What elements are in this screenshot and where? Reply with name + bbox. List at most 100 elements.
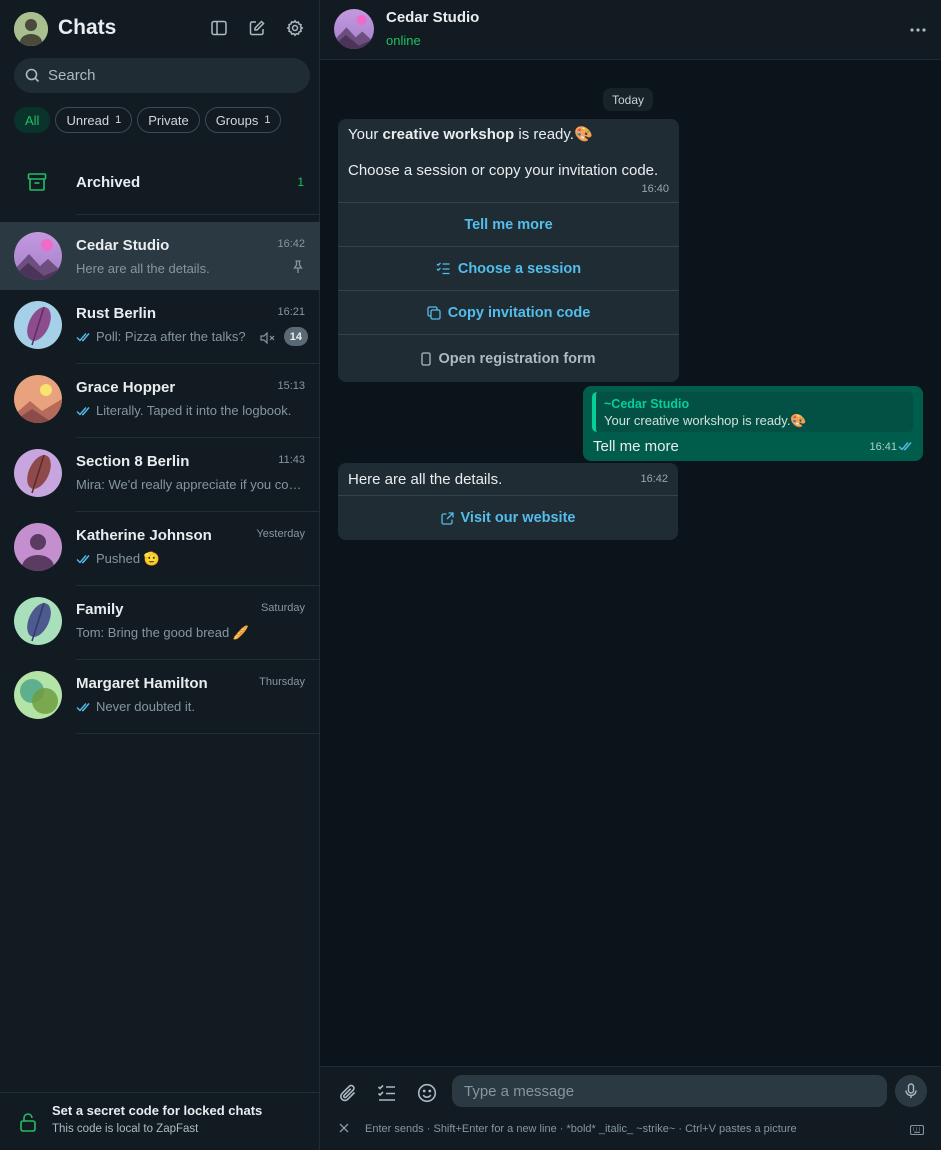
chat-time: 15:13 (277, 380, 305, 392)
copy-invitation-code-button[interactable]: Copy invitation code (338, 290, 679, 334)
message-time: 16:41 (869, 441, 897, 453)
microphone-icon[interactable] (895, 1075, 927, 1107)
profile-avatar[interactable] (14, 12, 48, 46)
tell-me-more-button[interactable]: Tell me more (338, 202, 679, 246)
date-divider: Today (603, 88, 654, 111)
message-time: 16:40 (641, 183, 669, 195)
more-options-icon[interactable] (907, 19, 929, 41)
chat-preview: Here are all the details. (76, 261, 210, 276)
chat-name: Rust Berlin (76, 305, 157, 322)
message-time: 16:42 (640, 473, 668, 485)
filter-private[interactable]: Private (137, 107, 200, 133)
locked-chats-banner[interactable]: Set a secret code for locked chats This … (0, 1092, 320, 1150)
read-ticks-icon (76, 332, 90, 342)
chat-list: Cedar Studio 16:42 Here are all the deta… (0, 222, 320, 734)
message-input[interactable] (452, 1075, 887, 1107)
chat-item-family[interactable]: Family Saturday Tom: Bring the good brea… (0, 586, 320, 660)
filter-count: 1 (115, 114, 122, 126)
chat-item-section-8-berlin[interactable]: Section 8 Berlin 11:43 Mira: We'd really… (0, 438, 320, 512)
archived-row[interactable]: Archived 1 (0, 152, 320, 215)
message-text: Tell me more (593, 438, 679, 455)
new-chat-icon[interactable] (246, 17, 268, 39)
chat-preview: Pushed 🫡 (76, 551, 302, 567)
filter-count: 1 (264, 114, 271, 126)
chat-item-katherine-johnson[interactable]: Katherine Johnson Yesterday Pushed 🫡 (0, 512, 320, 586)
filter-chips: All Unread 1 Private Groups 1 (14, 107, 282, 133)
muted-icon (260, 331, 276, 349)
avatar (14, 671, 62, 719)
contact-avatar[interactable] (334, 9, 374, 49)
emoji-icon[interactable] (413, 1079, 441, 1107)
search-box (14, 58, 310, 93)
chat-item-margaret-hamilton[interactable]: Margaret Hamilton Thursday Never doubted… (0, 660, 320, 734)
chat-time: Saturday (260, 602, 305, 614)
chat-preview: Mira: We'd really appreciate if you coul… (76, 477, 302, 492)
filter-groups[interactable]: Groups 1 (204, 107, 282, 133)
chat-time: Thursday (259, 676, 305, 688)
search-icon (25, 68, 40, 83)
attach-icon[interactable] (334, 1079, 362, 1107)
avatar (14, 449, 62, 497)
unlock-icon (19, 1112, 37, 1137)
toggle-sidebar-icon[interactable] (208, 17, 230, 39)
incoming-message: Here are all the details. 16:42 Visit ou… (338, 463, 678, 540)
unread-badge: 14 (283, 327, 308, 346)
composer-hint: Enter sends · Shift+Enter for a new line… (365, 1123, 797, 1135)
pin-icon (292, 260, 304, 279)
poll-icon[interactable] (373, 1079, 401, 1107)
locked-chats-title: Set a secret code for locked chats (52, 1103, 263, 1118)
search-input[interactable] (48, 58, 298, 93)
copy-icon (427, 305, 441, 320)
chat-preview: Tom: Bring the good bread 🥖 (76, 625, 250, 640)
filter-unread[interactable]: Unread 1 (55, 107, 133, 133)
sidebar-header: Chats (0, 0, 320, 58)
read-ticks-icon (76, 406, 90, 416)
quoted-message[interactable]: ~Cedar Studio Your creative workshop is … (592, 392, 913, 432)
visit-website-button[interactable]: Visit our website (338, 495, 678, 540)
avatar (14, 301, 62, 349)
sidebar-title: Chats (58, 16, 117, 39)
message-text-line2: Choose a session or copy your invitation… (348, 162, 659, 179)
message-text: Your creative workshop is ready.🎨 (348, 126, 593, 143)
avatar (14, 232, 62, 280)
chat-name: Cedar Studio (76, 237, 170, 254)
chat-time: 16:21 (277, 306, 305, 318)
contact-name: Cedar Studio (386, 9, 480, 26)
list-check-icon (436, 262, 450, 275)
phone-icon (421, 351, 432, 366)
avatar (14, 375, 62, 423)
chat-time: 11:43 (278, 454, 305, 466)
message-text: Here are all the details. (348, 471, 503, 488)
outgoing-message: ~Cedar Studio Your creative workshop is … (583, 386, 923, 461)
archive-icon (26, 171, 48, 198)
chat-item-rust-berlin[interactable]: Rust Berlin 16:21 Poll: Pizza after the … (0, 290, 320, 364)
chat-preview: Poll: Pizza after the talks? (76, 329, 256, 344)
chat-item-grace-hopper[interactable]: Grace Hopper 15:13 Literally. Taped it i… (0, 364, 320, 438)
composer: Enter sends · Shift+Enter for a new line… (320, 1066, 941, 1150)
chat-name: Grace Hopper (76, 379, 176, 396)
external-link-icon (440, 511, 454, 525)
incoming-message: Your creative workshop is ready.🎨 Choose… (338, 119, 679, 382)
chat-time: 16:42 (277, 238, 305, 250)
chat-preview: Never doubted it. (76, 699, 302, 714)
sidebar: Chats All Unread1 Private Groups1 Archiv… (0, 0, 320, 1150)
chat-item-cedar-studio[interactable]: Cedar Studio 16:42 Here are all the deta… (0, 222, 320, 290)
keyboard-icon[interactable] (909, 1122, 925, 1140)
locked-chats-subtitle: This code is local to ZapFast (52, 1123, 199, 1135)
choose-session-button[interactable]: Choose a session (338, 246, 679, 290)
conversation-pane: Cedar Studio online Today Your creative … (320, 0, 941, 1150)
read-ticks-icon (76, 555, 90, 564)
settings-icon[interactable] (284, 17, 306, 39)
close-hint-icon[interactable] (337, 1121, 351, 1135)
read-ticks-icon (76, 702, 90, 712)
avatar (14, 597, 62, 645)
quote-author: ~Cedar Studio (604, 397, 690, 411)
quote-text: Your creative workshop is ready.🎨 (604, 413, 807, 428)
conversation-header[interactable]: Cedar Studio online (320, 0, 941, 60)
filter-all[interactable]: All (14, 107, 51, 133)
open-registration-form-button[interactable]: Open registration form (338, 334, 679, 382)
archived-count: 1 (297, 175, 304, 189)
archived-label: Archived (76, 174, 141, 191)
chat-name: Margaret Hamilton (76, 675, 208, 692)
chat-name: Family (76, 601, 124, 618)
